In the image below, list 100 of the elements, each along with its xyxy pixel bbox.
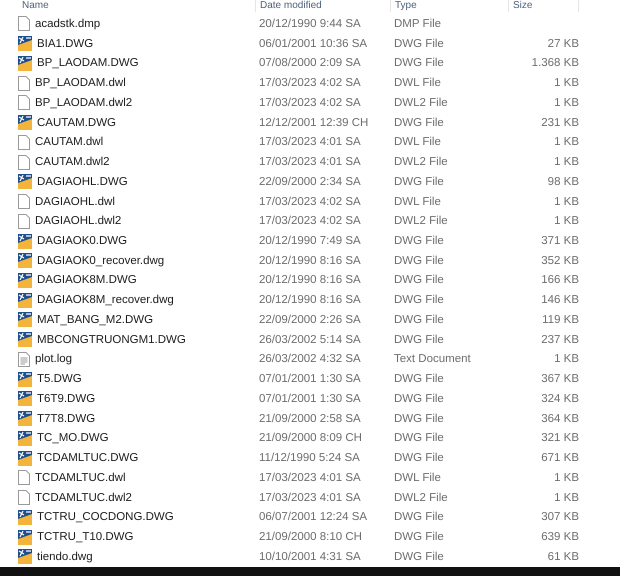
file-name[interactable]: CAUTAM.dwl2 — [35, 156, 110, 168]
file-size: 367 KB — [540, 373, 579, 386]
file-size: 321 KB — [540, 432, 579, 444]
text-file-icon — [18, 352, 30, 367]
file-type: DWG File — [393, 274, 445, 286]
file-name[interactable]: TCDAMLTUC.DWG — [37, 452, 138, 464]
file-name[interactable]: TCTRU_COCDONG.DWG — [37, 511, 174, 524]
file-size: 639 KB — [540, 531, 579, 544]
date-modified: 12/12/2001 12:39 CH — [258, 116, 370, 129]
file-size: 231 KB — [540, 116, 579, 129]
column-header[interactable]: Name — [18, 0, 256, 12]
file-type: DWG File — [393, 38, 445, 50]
date-modified: 26/03/2002 5:14 SA — [258, 334, 362, 346]
drawing-file-icon — [18, 372, 32, 387]
file-name[interactable]: TCDAMLTUC.dwl — [35, 472, 126, 484]
file-name[interactable]: DAGIAOHL.dwl2 — [35, 215, 122, 228]
file-type: DMP File — [393, 18, 442, 30]
file-name[interactable]: DAGIAOHL.DWG — [37, 176, 128, 188]
date-modified: 17/03/2023 4:01 SA — [258, 156, 362, 168]
date-modified: 20/12/1990 9:44 SA — [258, 18, 362, 30]
file-type: DWG File — [393, 531, 445, 544]
file-size: 364 KB — [540, 412, 579, 425]
drawing-file-icon — [18, 174, 32, 190]
drawing-file-icon — [18, 332, 32, 348]
file-name[interactable]: DAGIAOK8M_recover.dwg — [37, 294, 174, 306]
file-name[interactable]: MAT_BANG_M2.DWG — [37, 314, 154, 326]
file-size: 1 KB — [553, 77, 579, 90]
file-name[interactable]: plot.log — [35, 353, 72, 366]
file-type: DWL2 File — [393, 215, 449, 228]
file-name[interactable]: T6T9.DWG — [37, 392, 96, 405]
file-name[interactable]: BP_LAODAM.dwl — [35, 77, 126, 90]
file-name[interactable]: BP_LAODAM.DWG — [37, 57, 139, 70]
file-name[interactable]: MBCONGTRUONGM1.DWG — [37, 334, 186, 346]
file-type: DWG File — [393, 116, 445, 129]
file-size: 166 KB — [540, 274, 579, 286]
file-name[interactable]: BIA1.DWG — [37, 38, 94, 50]
file-name[interactable]: TCDAMLTUC.dwl2 — [35, 492, 132, 504]
file-name[interactable]: DAGIAOK0_recover.dwg — [37, 254, 164, 267]
drawing-file-icon — [18, 510, 32, 525]
blank-file-icon — [18, 154, 30, 170]
drawing-file-icon — [18, 530, 32, 545]
file-name[interactable]: TCTRU_T10.DWG — [37, 531, 134, 544]
date-modified: 17/03/2023 4:02 SA — [258, 77, 362, 90]
file-size: 1 KB — [553, 136, 579, 148]
file-name[interactable]: TC_MO.DWG — [37, 432, 109, 444]
file-name[interactable]: tiendo.dwg — [37, 550, 93, 563]
blank-file-icon — [18, 76, 30, 91]
file-size: 307 KB — [540, 511, 579, 524]
file-name[interactable]: DAGIAOK8M.DWG — [37, 274, 137, 286]
drawing-file-icon — [18, 411, 32, 426]
drawing-file-icon — [18, 450, 32, 466]
file-type: DWL File — [393, 196, 442, 208]
blank-file-icon — [18, 194, 30, 210]
column-header[interactable]: Size — [509, 0, 579, 12]
file-name[interactable]: DAGIAOK0.DWG — [37, 235, 128, 247]
date-modified: 26/03/2002 4:32 SA — [258, 353, 362, 366]
date-modified: 17/03/2023 4:01 SA — [258, 492, 362, 504]
date-modified: 06/01/2001 10:36 SA — [258, 38, 368, 50]
drawing-file-icon — [18, 36, 32, 52]
file-type: DWL File — [393, 136, 442, 148]
date-modified: 07/01/2001 1:30 SA — [258, 392, 362, 405]
file-type: DWL2 File — [393, 96, 449, 109]
column-header[interactable]: Type — [391, 0, 509, 12]
file-size: 1 KB — [553, 215, 579, 228]
file-name[interactable]: DAGIAOHL.dwl — [35, 196, 115, 208]
file-type: DWG File — [393, 432, 445, 444]
date-modified: 06/07/2001 12:24 SA — [258, 511, 368, 524]
file-name[interactable]: acadstk.dmp — [35, 18, 100, 30]
date-modified: 11/12/1990 5:24 SA — [258, 452, 361, 464]
date-modified: 17/03/2023 4:02 SA — [258, 196, 362, 208]
file-size: 98 KB — [546, 176, 579, 188]
date-modified: 17/03/2023 4:01 SA — [258, 136, 362, 148]
date-modified: 22/09/2000 2:26 SA — [258, 314, 362, 326]
date-modified: 07/08/2000 2:09 SA — [258, 57, 362, 70]
blank-file-icon — [18, 470, 30, 486]
file-size: 237 KB — [540, 334, 579, 346]
file-size: 1 KB — [553, 196, 579, 208]
file-type: DWG File — [393, 550, 445, 563]
date-modified: 17/03/2023 4:01 SA — [258, 472, 362, 484]
file-name[interactable]: CAUTAM.dwl — [35, 136, 104, 148]
file-type: DWL2 File — [393, 156, 449, 168]
file-type: Text Document — [393, 353, 472, 366]
file-type: DWL File — [393, 472, 442, 484]
blank-file-icon — [18, 490, 30, 506]
blank-file-icon — [18, 16, 30, 32]
file-size: 27 KB — [546, 38, 579, 50]
file-name[interactable]: T5.DWG — [37, 373, 82, 386]
date-modified: 10/10/2001 4:31 SA — [258, 550, 362, 563]
column-header[interactable]: Date modified — [256, 0, 391, 12]
file-type: DWG File — [393, 314, 445, 326]
date-modified: 07/01/2001 1:30 SA — [258, 373, 362, 386]
file-name[interactable]: BP_LAODAM.dwl2 — [35, 96, 132, 109]
file-name[interactable]: CAUTAM.DWG — [37, 116, 116, 129]
file-type: DWG File — [393, 254, 445, 267]
file-name[interactable]: T7T8.DWG — [37, 412, 96, 425]
file-size: 1.368 KB — [530, 57, 579, 70]
drawing-file-icon — [18, 272, 32, 288]
file-size: 671 KB — [540, 452, 579, 464]
file-type: DWG File — [393, 294, 445, 306]
file-type: DWG File — [393, 412, 445, 425]
